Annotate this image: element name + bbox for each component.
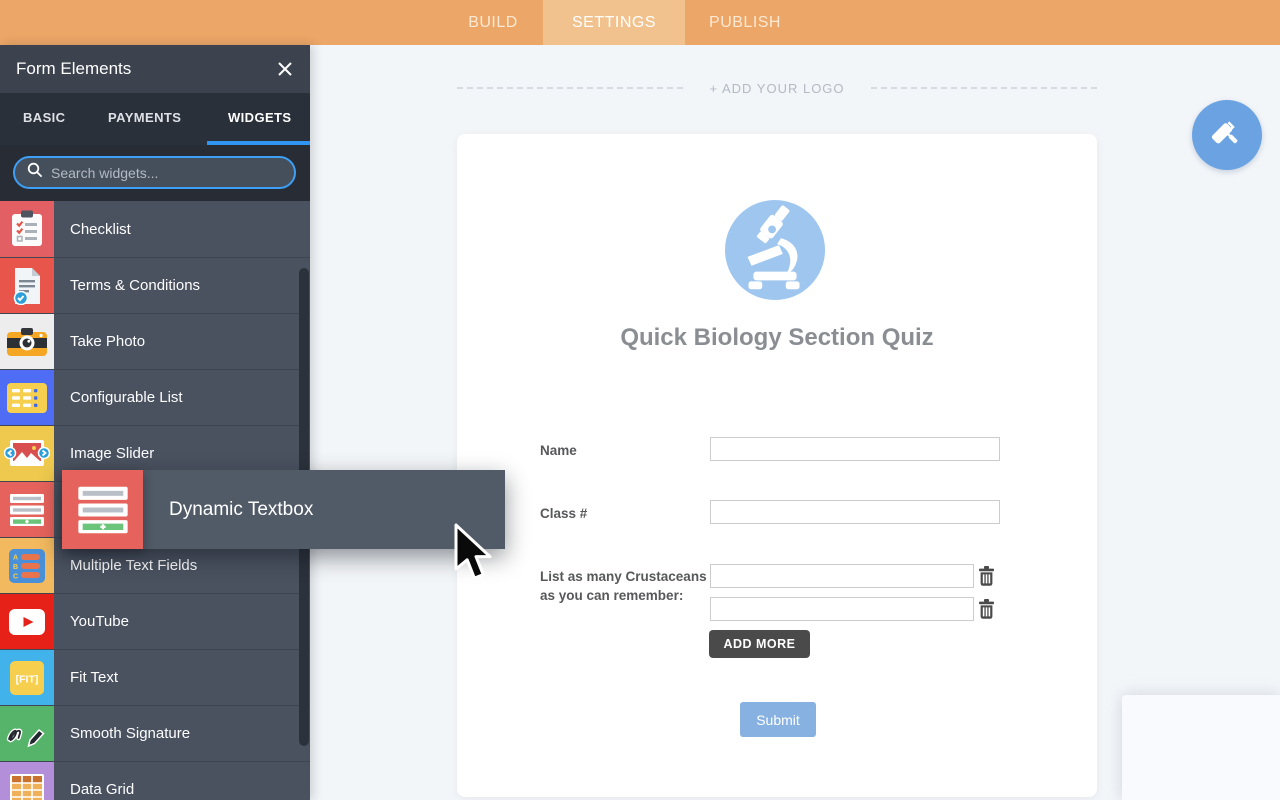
widget-item-configurable-list[interactable]: Configurable List	[0, 369, 310, 425]
add-logo-label[interactable]: + ADD YOUR LOGO	[683, 81, 870, 96]
data-grid-icon	[0, 762, 54, 800]
configurable-list-icon	[0, 370, 54, 425]
form-designer-button[interactable]	[1192, 100, 1262, 170]
form-builder-app: BUILD SETTINGS PUBLISH + ADD YOUR LOGO	[0, 0, 1280, 800]
svg-text:C: C	[13, 573, 18, 580]
panel-title: Form Elements	[16, 59, 131, 79]
widget-item-data-grid[interactable]: Data Grid	[0, 761, 310, 800]
widget-item-youtube[interactable]: YouTube	[0, 593, 310, 649]
smooth-signature-icon	[0, 706, 54, 761]
widget-item-terms-conditions[interactable]: Terms & Conditions	[0, 257, 310, 313]
widget-item-label: Terms & Conditions	[54, 258, 200, 313]
tab-publish[interactable]: PUBLISH	[695, 0, 795, 45]
svg-text:A: A	[13, 554, 18, 561]
mouse-cursor-icon	[450, 523, 496, 590]
svg-text:B: B	[13, 564, 18, 571]
search-box[interactable]	[13, 156, 296, 189]
widget-item-fit-text[interactable]: [FIT] Fit Text	[0, 649, 310, 705]
search-section	[0, 145, 310, 201]
take-photo-icon	[0, 314, 54, 369]
form-title[interactable]: Quick Biology Section Quiz	[457, 324, 1097, 352]
add-logo-area[interactable]: + ADD YOUR LOGO	[457, 80, 1097, 96]
form-elements-panel: Form Elements BASIC PAYMENTS WIDGETS	[0, 45, 310, 800]
dynamic-textbox-icon	[0, 482, 54, 537]
panel-header: Form Elements	[0, 45, 310, 93]
checklist-icon	[0, 201, 54, 257]
add-more-button[interactable]: ADD MORE	[709, 630, 810, 658]
close-icon[interactable]	[276, 60, 294, 78]
widget-item-smooth-signature[interactable]: Smooth Signature	[0, 705, 310, 761]
tab-basic[interactable]: BASIC	[23, 93, 65, 141]
tab-widgets[interactable]: WIDGETS	[228, 93, 291, 141]
logo-dashed-line-left	[457, 87, 683, 89]
form-canvas-card: Quick Biology Section Quiz Name Class # …	[457, 134, 1097, 797]
microscope-icon	[724, 199, 826, 301]
crustacean-input-2[interactable]	[710, 597, 974, 621]
top-navigation-bar: BUILD SETTINGS PUBLISH	[0, 0, 1280, 45]
youtube-icon	[0, 594, 54, 649]
class-number-input[interactable]	[710, 500, 1000, 524]
fit-text-icon: [FIT]	[0, 650, 54, 705]
tab-payments[interactable]: PAYMENTS	[108, 93, 181, 141]
widget-item-checklist[interactable]: Checklist	[0, 201, 310, 257]
widget-item-label: Fit Text	[54, 650, 118, 705]
drag-ghost-dynamic-textbox[interactable]: Dynamic Textbox	[62, 470, 505, 549]
widget-item-label: Configurable List	[54, 370, 183, 425]
panel-tabs: BASIC PAYMENTS WIDGETS	[0, 93, 310, 145]
dynamic-textbox-icon	[62, 470, 143, 549]
tab-settings[interactable]: SETTINGS	[543, 0, 685, 45]
widget-item-label: Take Photo	[54, 314, 145, 369]
widget-item-label: YouTube	[54, 594, 129, 649]
search-icon	[27, 162, 51, 183]
widget-item-label: Checklist	[54, 201, 131, 257]
search-widgets-input[interactable]	[51, 165, 282, 181]
terms-conditions-icon	[0, 258, 54, 313]
crustaceans-field-label[interactable]: List as many Crustaceans as you can reme…	[540, 567, 710, 605]
drag-ghost-label: Dynamic Textbox	[143, 470, 313, 549]
bottom-right-panel	[1122, 695, 1280, 800]
multiple-text-fields-icon: ABC	[0, 538, 54, 593]
name-field-label[interactable]: Name	[540, 441, 577, 460]
trash-icon[interactable]	[978, 566, 996, 586]
widget-item-label: Data Grid	[54, 762, 134, 800]
trash-icon[interactable]	[978, 599, 996, 619]
paint-roller-icon	[1208, 114, 1246, 157]
svg-text:[FIT]: [FIT]	[16, 673, 39, 685]
widget-item-take-photo[interactable]: Take Photo	[0, 313, 310, 369]
widget-item-label: Smooth Signature	[54, 706, 190, 761]
submit-button[interactable]: Submit	[740, 702, 816, 737]
name-input[interactable]	[710, 437, 1000, 461]
class-field-label[interactable]: Class #	[540, 504, 587, 523]
crustacean-input-1[interactable]	[710, 564, 974, 588]
tab-build[interactable]: BUILD	[443, 0, 543, 45]
logo-dashed-line-right	[871, 87, 1097, 89]
image-slider-icon	[0, 426, 54, 481]
